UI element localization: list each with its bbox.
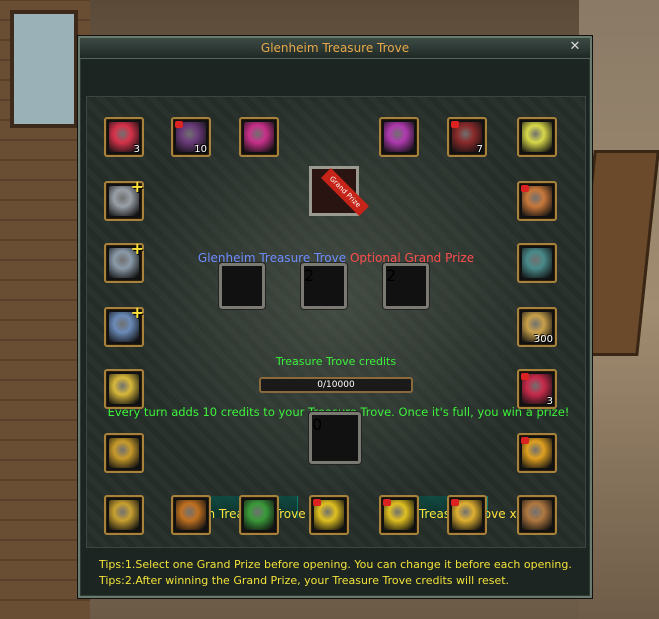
tip-2: Tips:2.After winning the Grand Prize, yo…	[99, 574, 510, 587]
prize-slot[interactable]	[517, 433, 557, 473]
pink-orb-icon	[244, 122, 274, 152]
prize-slot[interactable]: 3	[517, 369, 557, 409]
item-count: 300	[533, 334, 553, 345]
prize-slot[interactable]	[239, 495, 279, 535]
lock-icon	[175, 121, 183, 128]
lock-icon	[521, 373, 529, 380]
treasure-trove-window: Glenheim Treasure Trove ✕ Grand Prize Gl…	[78, 36, 592, 598]
lock-icon	[451, 499, 459, 506]
gold-nugget-icon	[109, 438, 139, 468]
item-count: 0	[312, 415, 323, 434]
golden-chest-icon	[176, 500, 206, 530]
prize-slot[interactable]	[379, 117, 419, 157]
grand-prize-slot[interactable]: Grand Prize	[309, 166, 370, 217]
grand-prize-option[interactable]	[219, 263, 265, 309]
grand-prize-option[interactable]: 2	[383, 263, 429, 309]
yellow-crystal-icon	[522, 122, 552, 152]
credits-progress-bar: 0/10000	[259, 377, 413, 393]
prize-board: Grand Prize Glenheim Treasure Trove Opti…	[86, 96, 586, 548]
tip-1: Tips:1.Select one Grand Prize before ope…	[99, 558, 572, 571]
prize-slot[interactable]	[104, 495, 144, 535]
prize-slot[interactable]: 3	[104, 117, 144, 157]
prize-slot[interactable]: +	[104, 177, 144, 221]
prize-slot[interactable]	[309, 495, 349, 535]
plus-icon: +	[130, 239, 144, 258]
prize-slot[interactable]	[239, 117, 279, 157]
plus-icon: +	[130, 177, 144, 196]
prize-slot[interactable]	[379, 495, 419, 535]
window-title: Glenheim Treasure Trove	[260, 41, 410, 55]
gold-triangle-icon	[109, 500, 139, 530]
prize-slot[interactable]	[447, 495, 487, 535]
prize-slot[interactable]	[517, 181, 557, 221]
prize-slot[interactable]: 300	[517, 307, 557, 347]
green-emerald-icon	[244, 500, 274, 530]
prize-slot[interactable]: 7	[447, 117, 487, 157]
background-building	[0, 0, 90, 619]
credits-progress-text: 0/10000	[317, 380, 355, 390]
credits-label: Treasure Trove credits	[275, 355, 397, 368]
lock-icon	[521, 437, 529, 444]
prize-slot[interactable]	[517, 495, 557, 535]
prize-slot[interactable]: +	[104, 239, 144, 283]
lock-icon	[313, 499, 321, 506]
prize-slot[interactable]	[517, 243, 557, 283]
title-bar: Glenheim Treasure Trove ✕	[80, 38, 590, 59]
lock-icon	[383, 499, 391, 506]
grand-prize-option[interactable]: 2	[301, 263, 347, 309]
item-count: 3	[133, 144, 140, 155]
purple-scroll-icon	[384, 122, 414, 152]
teal-chest-icon	[522, 248, 552, 278]
close-icon[interactable]: ✕	[568, 40, 582, 54]
item-count: 2	[386, 266, 397, 285]
prize-slot[interactable]	[517, 117, 557, 157]
item-count: 7	[476, 144, 483, 155]
lock-icon	[451, 121, 459, 128]
prize-slot[interactable]: +	[104, 303, 144, 347]
item-count: 2	[304, 266, 315, 285]
winged-emblem-icon	[522, 500, 552, 530]
selected-prize-slot[interactable]: 0	[309, 412, 361, 464]
item-count: 10	[194, 144, 207, 155]
prize-slot[interactable]	[104, 433, 144, 473]
lock-icon	[521, 185, 529, 192]
item-count: 3	[546, 396, 553, 407]
tips: Tips:1.Select one Grand Prize before ope…	[99, 557, 572, 589]
plus-icon: +	[130, 303, 144, 322]
prize-slot[interactable]: 10	[171, 117, 211, 157]
grand-prize-ribbon: Grand Prize	[320, 167, 370, 217]
prize-slot[interactable]	[104, 369, 144, 409]
prize-slot[interactable]	[171, 495, 211, 535]
gold-blocks-icon	[109, 374, 139, 404]
